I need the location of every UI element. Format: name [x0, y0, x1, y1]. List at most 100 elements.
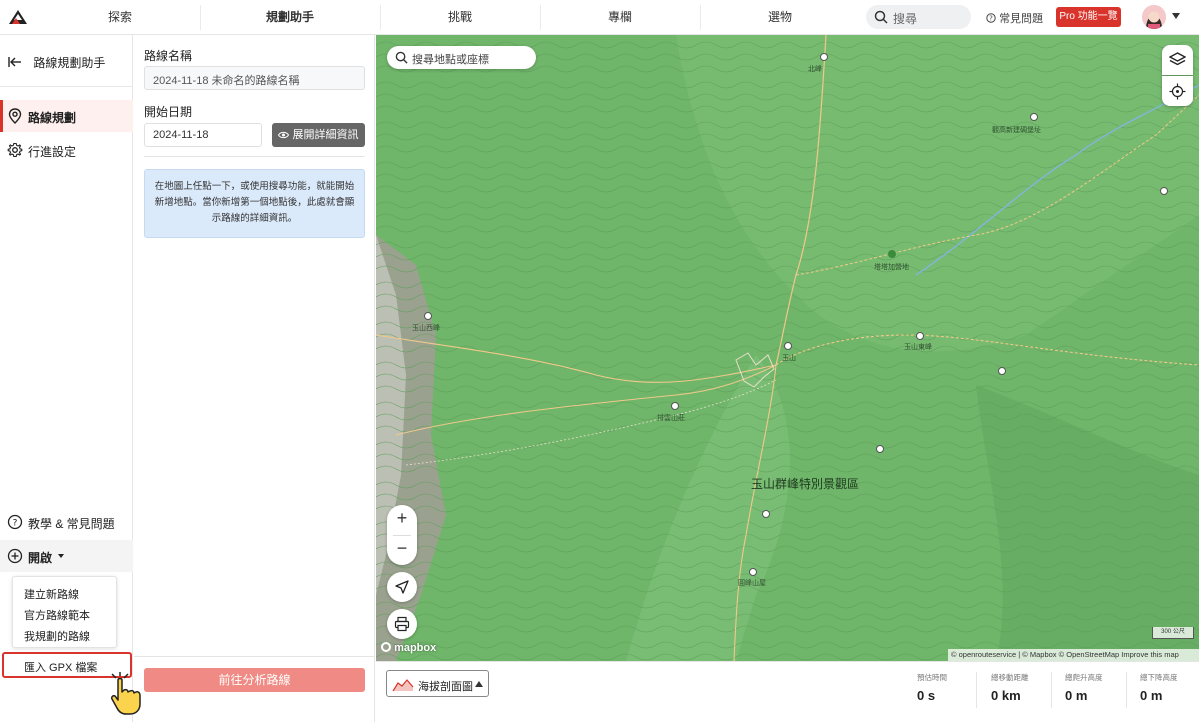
peak-marker[interactable] [762, 510, 770, 518]
question-circle-icon: ? [986, 13, 996, 23]
locate-target-button[interactable] [1162, 76, 1193, 106]
search-icon [874, 10, 888, 24]
plus-circle-icon [7, 548, 23, 564]
peak-marker[interactable] [1030, 113, 1038, 121]
stat-value: 0 m [1065, 688, 1088, 703]
analyze-route-button[interactable]: 前往分析路線 [144, 668, 365, 692]
sidebar-open-label: 開啟 [28, 551, 53, 565]
avatar[interactable] [1142, 5, 1166, 29]
route-name-input[interactable]: 2024-11-18 未命名的路線名稱 [144, 66, 365, 90]
nav-explore[interactable]: 探索 [40, 0, 200, 35]
expand-details-label: 展開詳細資訊 [292, 129, 359, 141]
back-to-planner[interactable]: 路線規劃助手 [8, 54, 105, 71]
sidebar-item-route-planning[interactable]: 路線規劃 [0, 100, 133, 132]
map-search-input[interactable]: 搜尋地點或座標 [387, 46, 536, 69]
search-icon [395, 51, 408, 64]
open-dropdown-menu: 建立新路線 官方路線範本 我規劃的路線 [12, 576, 117, 648]
place-label: 排雲山莊 [657, 415, 685, 422]
hut-marker[interactable] [671, 402, 679, 410]
route-panel: 路線名稱 2024-11-18 未命名的路線名稱 開始日期 2024-11-18… [134, 35, 375, 722]
layers-icon [1169, 52, 1186, 66]
svg-text:?: ? [989, 15, 993, 23]
route-stats-bar: 海拔剖面圖 預估時間 0 s 總移動距離 0 km 總爬升高度 0 m 總下降高… [376, 661, 1199, 722]
menu-item-official-templates[interactable]: 官方路線範本 [24, 607, 90, 623]
stat-total-descent: 總下降高度 0 m [1140, 672, 1178, 703]
faq-link[interactable]: ? 常見問題 [986, 10, 1043, 26]
sidebar-help-link[interactable]: ? 教學 & 常見問題 [0, 506, 133, 538]
location-pin-icon [8, 108, 22, 124]
sidebar-item-travel-settings[interactable]: 行進設定 [0, 134, 133, 166]
divider [0, 86, 133, 87]
gear-icon [7, 142, 23, 158]
logo-icon[interactable] [8, 8, 28, 26]
user-avatar-icon [1142, 5, 1166, 29]
divider [976, 672, 977, 708]
crosshair-icon [1169, 83, 1186, 100]
nav-planner[interactable]: 規劃助手 [200, 0, 380, 35]
map-search-placeholder: 搜尋地點或座標 [412, 54, 489, 66]
zoom-out-button[interactable]: − [387, 538, 417, 559]
map-attribution[interactable]: © openrouteservice | © Mapbox © OpenStre… [948, 649, 1199, 661]
my-location-button[interactable] [387, 572, 417, 602]
region-label: 玉山群峰特別景觀區 [751, 477, 860, 491]
sidebar-help-label: 教學 & 常見問題 [28, 517, 115, 531]
elevation-profile-button[interactable]: 海拔剖面圖 [386, 670, 489, 697]
place-label: 塔塔加營地 [874, 264, 909, 271]
start-date-label: 開始日期 [144, 105, 193, 119]
layers-button[interactable] [1162, 45, 1193, 75]
divider [1051, 672, 1052, 708]
peak-marker[interactable] [820, 53, 828, 61]
pro-features-button[interactable]: Pro 功能一覽 [1056, 7, 1121, 27]
map-canvas[interactable]: 北峰 觀高新建碉堡址 玉山西峰 玉山 玉山東峰 排雲山莊 圓峰山屋 塔塔加營地 … [376, 35, 1199, 661]
info-message: 在地圖上任點一下，或使用搜尋功能，就能開始新增地點。當你新增第一個地點後，此處就… [144, 169, 365, 238]
hut-marker[interactable] [749, 568, 757, 576]
divider [393, 535, 411, 536]
map-scale: 300 公尺 [1152, 627, 1194, 639]
back-arrow-icon [8, 57, 21, 67]
mapbox-logo[interactable]: mapbox [381, 642, 436, 654]
peak-marker[interactable] [1160, 187, 1168, 195]
stat-label: 預估時間 [917, 673, 947, 682]
route-name-label: 路線名稱 [144, 49, 193, 63]
nav-search-placeholder: 搜尋 [893, 12, 918, 26]
sidebar-item-label: 行進設定 [28, 145, 77, 159]
peak-marker[interactable] [876, 445, 884, 453]
print-button[interactable] [387, 609, 417, 639]
question-circle-icon: ? [7, 514, 23, 530]
place-label: 玉山東峰 [904, 344, 932, 351]
pointer-hand-icon [111, 672, 141, 715]
peak-marker[interactable] [916, 332, 924, 340]
peak-marker[interactable] [998, 367, 1006, 375]
account-dropdown-icon[interactable] [1172, 13, 1180, 19]
zoom-control: + − [387, 505, 417, 565]
nav-column[interactable]: 專欄 [540, 0, 700, 35]
navigation-arrow-icon [395, 580, 409, 594]
nav-shop[interactable]: 選物 [700, 0, 860, 35]
place-label: 觀高新建碉堡址 [992, 127, 1041, 134]
import-gpx-label: 匯入 GPX 檔案 [24, 662, 98, 674]
nav-challenge[interactable]: 挑戰 [380, 0, 540, 35]
stat-value: 0 s [917, 688, 936, 703]
place-label: 圓峰山屋 [738, 580, 766, 587]
menu-item-new-route[interactable]: 建立新路線 [24, 586, 79, 602]
stat-value: 0 km [991, 688, 1021, 703]
elevation-profile-label: 海拔剖面圖 [418, 681, 473, 693]
start-date-input[interactable]: 2024-11-18 [144, 123, 262, 147]
menu-item-my-routes[interactable]: 我規劃的路線 [24, 628, 90, 644]
zoom-in-button[interactable]: + [387, 508, 417, 529]
nav-search-input[interactable]: 搜尋 [866, 5, 971, 29]
sidebar-open-menu[interactable]: 開啟 [0, 540, 133, 572]
stat-label: 總爬升高度 [1065, 673, 1103, 682]
stat-label: 總下降高度 [1140, 673, 1178, 682]
eye-icon [278, 131, 290, 138]
expand-details-button[interactable]: 展開詳細資訊 [272, 123, 365, 147]
peak-marker[interactable] [784, 342, 792, 350]
top-navbar: 探索 規劃助手 挑戰 專欄 選物 搜尋 ? 常見問題 Pro 功能一覽 [0, 0, 1199, 35]
printer-icon [394, 616, 410, 632]
campsite-marker[interactable] [888, 250, 896, 258]
sidebar-item-label: 路線規劃 [28, 111, 77, 125]
divider [134, 656, 375, 657]
divider [144, 156, 365, 157]
peak-marker[interactable] [424, 312, 432, 320]
place-label: 北峰 [808, 66, 822, 73]
